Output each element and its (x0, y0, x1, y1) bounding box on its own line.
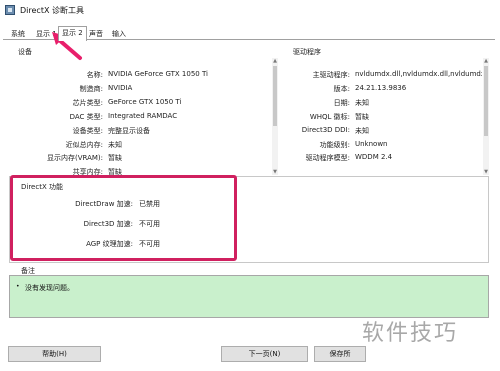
manufacturer-value: NVIDIA (108, 84, 133, 92)
scroll-up-icon[interactable]: ▲ (272, 58, 278, 64)
directx-app-icon (5, 5, 15, 15)
device-type-value: 完整显示设备 (108, 127, 150, 135)
date-value: 未知 (355, 99, 369, 107)
driver-scroll-thumb[interactable] (484, 66, 488, 136)
driver-section-label: 驱动程序 (293, 48, 321, 56)
approx-total-memory-value: 未知 (108, 141, 122, 149)
driver-scrollbar[interactable]: ▲ ▼ (483, 58, 489, 175)
whql-logo-label: WHQL 徽标: (309, 113, 350, 121)
version-value: 24.21.13.9836 (355, 84, 407, 92)
whql-logo-value: 暂缺 (355, 113, 369, 121)
chip-type-label: 芯片类型: (72, 99, 103, 107)
scroll-down-icon[interactable]: ▼ (272, 169, 278, 175)
notes-text: 没有发现问题。 (25, 284, 74, 292)
device-scroll-thumb[interactable] (273, 66, 277, 126)
version-label: 版本: (333, 85, 350, 93)
device-name-value: NVIDIA GeForce GTX 1050 Ti (108, 70, 208, 78)
direct3d-ddi-value: 未知 (355, 127, 369, 135)
date-label: 日期: (333, 99, 350, 107)
vram-value: 暂缺 (108, 154, 122, 162)
driver-model-value: WDDM 2.4 (355, 153, 393, 161)
window-titlebar: DirectX 诊断工具 (0, 0, 500, 20)
vram-label: 显示内存(VRAM): (46, 154, 103, 162)
feature-levels-label: 功能级别: (319, 141, 350, 149)
approx-total-memory-label: 近似总内存: (65, 141, 103, 149)
next-page-button[interactable]: 下一页(N) (221, 346, 308, 362)
dac-type-value: Integrated RAMDAC (108, 112, 178, 120)
main-driver-value: nvldumdx.dll,nvldumdx.dll,nvldumdx.dll,n… (355, 70, 482, 78)
tab-bar: 系统 显示 1 显示 2 声音 输入 (0, 26, 500, 41)
chip-type-value: GeForce GTX 1050 Ti (108, 98, 182, 106)
help-button[interactable]: 帮助(H) (8, 346, 101, 362)
manufacturer-label: 制造商: (79, 85, 103, 93)
device-type-label: 设备类型: (72, 127, 103, 135)
direct3d-ddi-label: Direct3D DDI: (301, 126, 350, 134)
tab-display-2[interactable]: 显示 2 (58, 26, 87, 41)
highlight-box (10, 175, 237, 261)
notes-bullet: • (16, 283, 20, 290)
device-scrollbar[interactable]: ▲ ▼ (272, 58, 278, 175)
feature-levels-value: Unknown (355, 140, 388, 148)
save-info-button[interactable]: 保存所 (314, 346, 366, 362)
watermark-text: 软件技巧 (362, 321, 459, 346)
scroll-down-icon[interactable]: ▼ (483, 169, 489, 175)
driver-model-label: 驱动程序模型: (305, 154, 350, 162)
device-section-label: 设备 (18, 48, 32, 56)
notes-box: • 没有发现问题。 (9, 275, 489, 318)
device-name-label: 名称: (86, 71, 103, 79)
scroll-up-icon[interactable]: ▲ (483, 58, 489, 64)
dac-type-label: DAC 类型: (69, 113, 103, 121)
main-driver-label: 主驱动程序: (312, 71, 350, 79)
window-title: DirectX 诊断工具 (20, 6, 84, 15)
